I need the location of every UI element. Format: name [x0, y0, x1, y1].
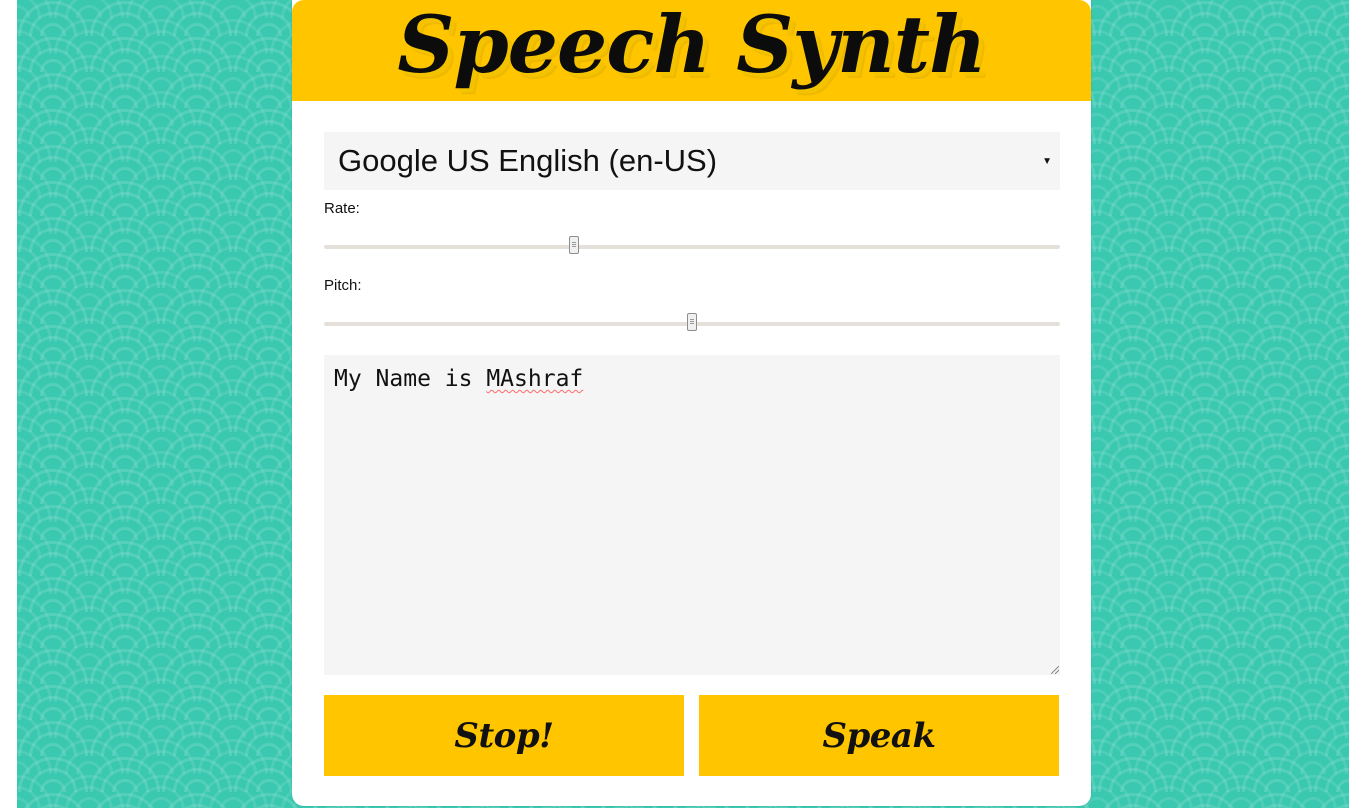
pitch-slider-thumb[interactable]: [687, 313, 697, 331]
voice-select[interactable]: Google US English (en-US) ▼: [324, 132, 1060, 190]
app-title: Speech Synth: [397, 0, 986, 91]
speak-button[interactable]: Speak: [699, 695, 1059, 776]
message-textarea[interactable]: My Name is MAshraf: [324, 355, 1060, 675]
rate-slider-thumb[interactable]: [569, 236, 580, 254]
message-prefix: My Name is: [334, 366, 487, 392]
page: Speech Synth Google US English (en-US) ▼…: [0, 0, 1349, 808]
pitch-label: Pitch:: [324, 277, 362, 294]
rate-label: Rate:: [324, 200, 360, 217]
selected-voice-value: Google US English (en-US): [338, 143, 718, 178]
stop-button[interactable]: Stop!: [324, 695, 684, 776]
speech-controls: Google US English (en-US) ▼ Rate: Pitch:…: [324, 132, 1060, 776]
chevron-down-icon: ▼: [1042, 155, 1052, 167]
misspelled-word: MAshraf: [486, 366, 584, 392]
action-buttons: Stop! Speak: [324, 695, 1060, 776]
resize-grip-icon[interactable]: [1051, 666, 1059, 674]
rate-slider[interactable]: [324, 236, 1060, 258]
speech-synth-card: Speech Synth Google US English (en-US) ▼…: [292, 0, 1091, 806]
rate-slider-track: [324, 245, 1060, 249]
app-header: Speech Synth: [292, 0, 1091, 101]
pitch-slider[interactable]: [324, 313, 1060, 335]
